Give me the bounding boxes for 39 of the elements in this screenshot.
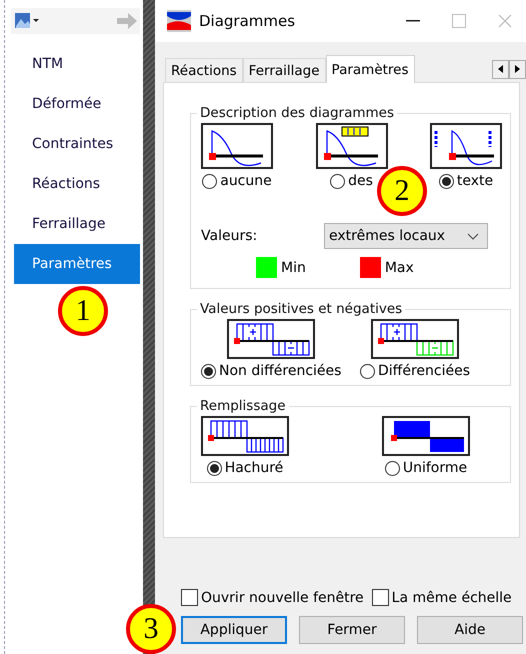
window-title: Diagrammes [199,12,296,30]
radio-option[interactable]: Hachuré [206,460,284,476]
radio-option[interactable]: Non différenciées [201,363,342,379]
radio-option[interactable]: Différenciées [360,363,470,379]
dialog-button[interactable]: Aide [417,616,523,644]
tab[interactable]: Ferraillage [242,58,326,82]
radio-option[interactable]: Uniforme [384,460,468,476]
scroll-right-button[interactable] [509,60,526,78]
sidebar-item[interactable]: Paramètres [14,244,140,284]
minimize-icon[interactable] [406,20,420,22]
triangle-left-icon [498,65,504,73]
group-title: Remplissage [199,398,287,414]
diagram-app-icon [167,10,191,32]
sidebar-item[interactable]: Déformée [14,84,140,124]
triangle-right-icon [514,65,520,73]
dialog-button[interactable]: Fermer [299,616,405,644]
checkbox[interactable]: Ouvrir nouvelle fenêtre [181,589,364,606]
callout-number: 3 [126,604,176,654]
sidebar-item[interactable]: Ferraillage [14,204,140,244]
legend-label: Max [384,260,414,276]
sidebar-item[interactable]: Contraintes [14,124,140,164]
scroll-left-button[interactable] [492,60,509,78]
values-dropdown[interactable]: extrêmes locaux [324,223,488,249]
legend-label: Min [281,260,306,276]
group-title: Valeurs positives et négatives [199,301,404,317]
image-dropdown-icon[interactable] [15,12,39,30]
checkbox[interactable]: La même échelle [372,589,512,606]
tab[interactable]: Réactions [165,58,243,82]
radio-option[interactable]: aucune [202,173,272,189]
radio-option[interactable]: des [330,173,373,189]
callout-number: 1 [58,286,108,336]
dialog-button[interactable]: Appliquer [181,616,287,644]
group-title: Description des diagrammes [199,105,396,121]
values-label: Valeurs: [201,228,258,244]
radio-option[interactable]: texte [438,173,494,189]
sidebar-item[interactable]: NTM [14,44,140,84]
tab[interactable]: Paramètres [326,55,415,83]
chevron-down-icon [467,232,479,240]
sidebar-item[interactable]: Réactions [14,164,140,204]
